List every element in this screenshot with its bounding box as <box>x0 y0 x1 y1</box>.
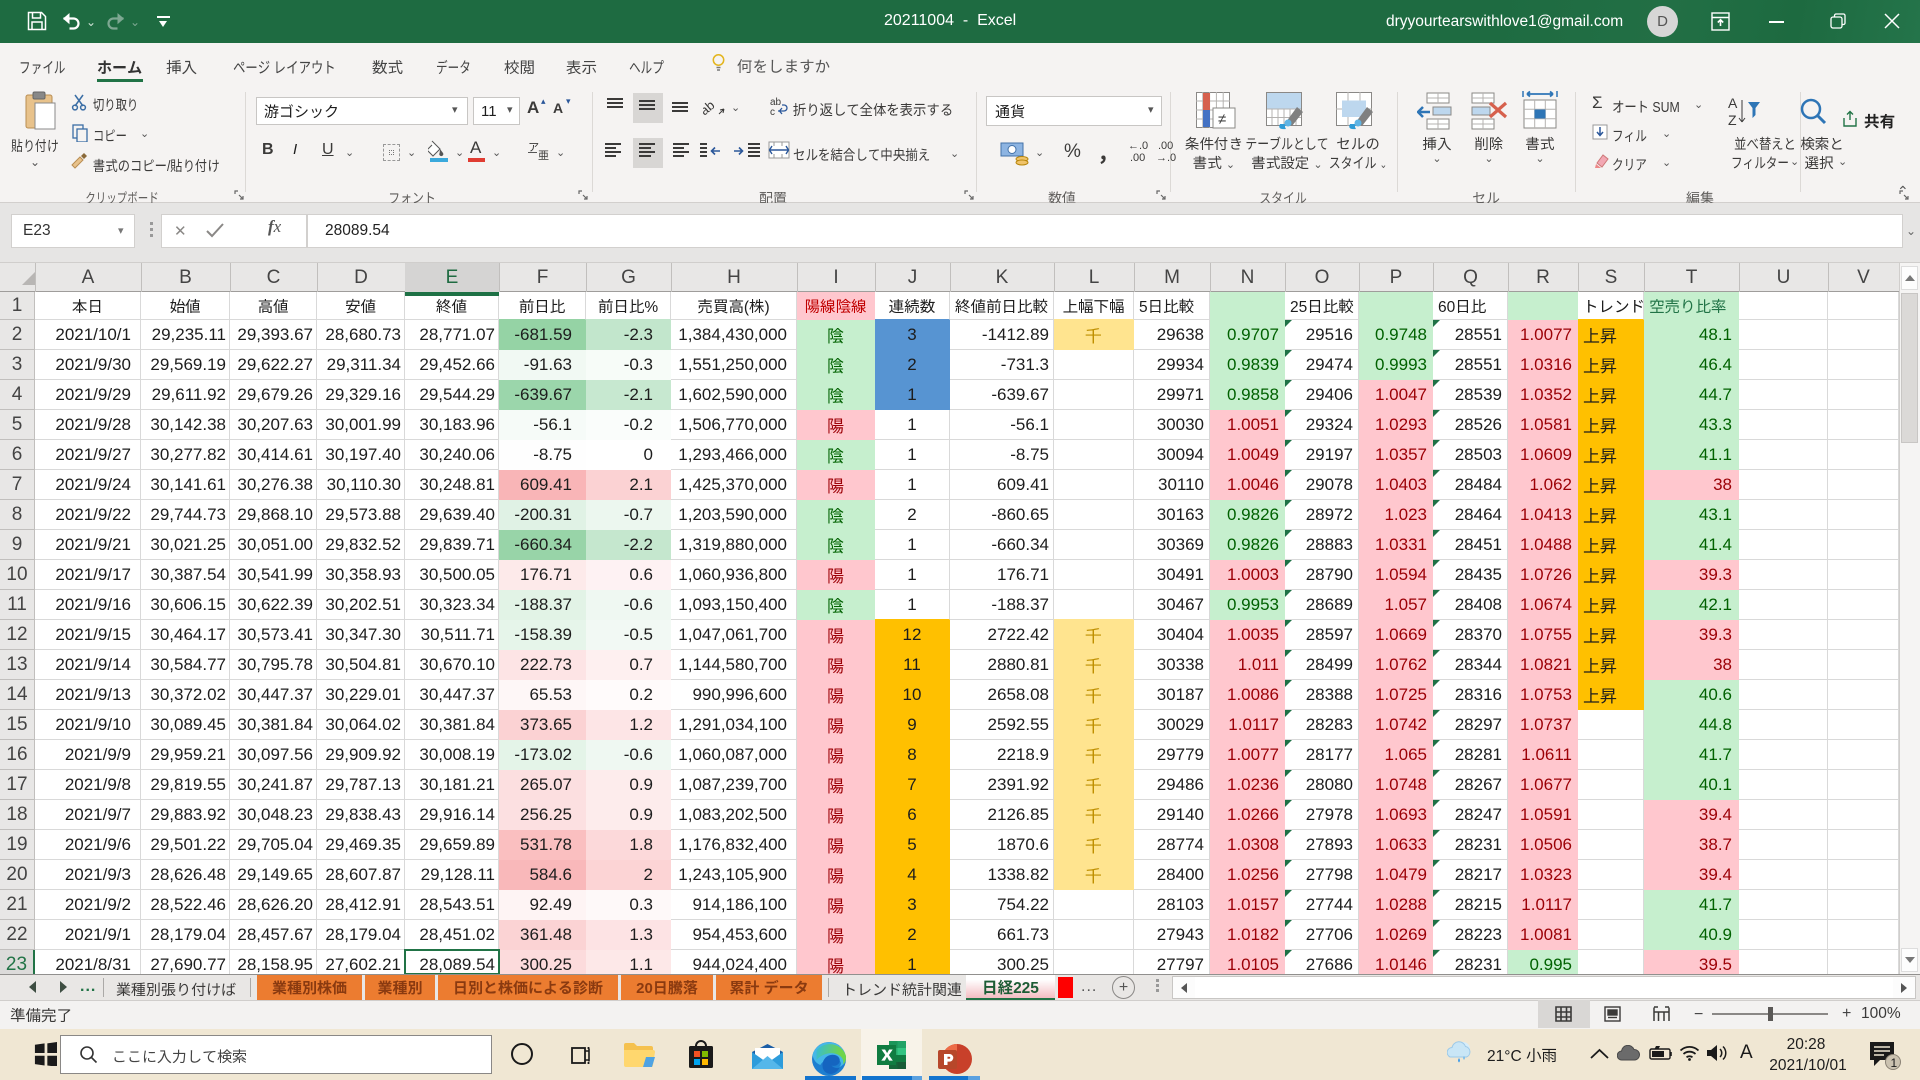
svg-text:A: A <box>1728 95 1738 111</box>
svg-text:1: 1 <box>1891 1056 1898 1070</box>
svg-text:c: c <box>770 107 775 116</box>
svg-text:≠: ≠ <box>1218 111 1226 128</box>
svg-text:Z: Z <box>1728 112 1737 128</box>
svg-text:ab: ab <box>703 97 717 118</box>
